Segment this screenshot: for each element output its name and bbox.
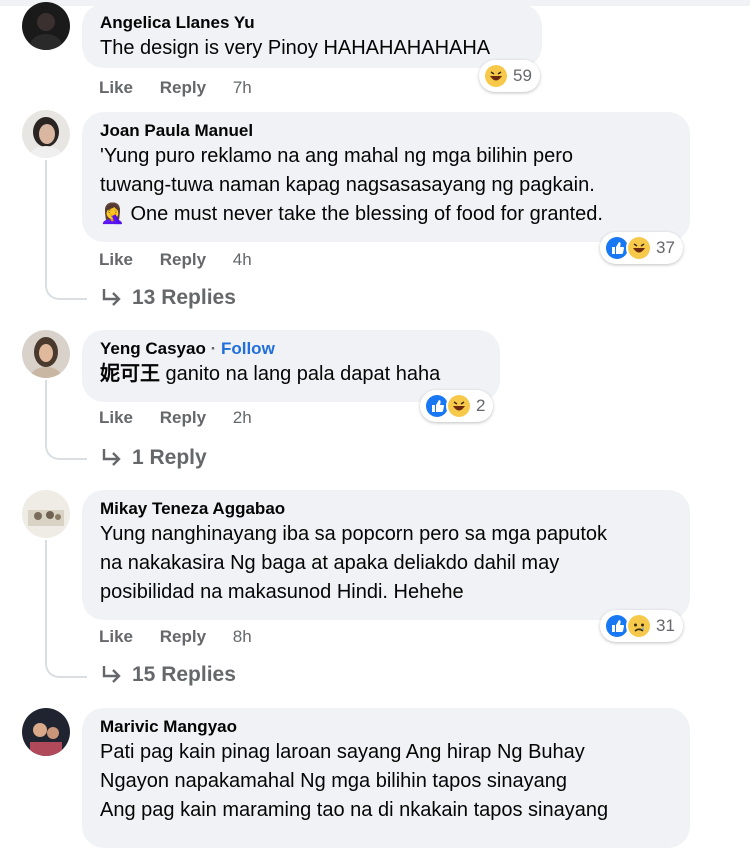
reply-arrow-icon bbox=[102, 449, 121, 466]
comment-author[interactable]: Yeng Casyao bbox=[100, 339, 206, 358]
reaction-count: 2 bbox=[476, 396, 486, 415]
comment-text-line: 妮可王 ganito na lang pala dapat haha bbox=[100, 360, 482, 389]
reaction-summary[interactable]: 31 bbox=[600, 610, 683, 642]
avatar[interactable] bbox=[22, 110, 70, 158]
haha-icon bbox=[626, 235, 652, 261]
reaction-summary[interactable]: 37 bbox=[600, 232, 683, 264]
comment-author[interactable]: Mikay Teneza Aggabao bbox=[100, 498, 672, 520]
comment-bubble: Marivic Mangyao Pati pag kain pinag laro… bbox=[82, 708, 690, 848]
haha-icon bbox=[446, 393, 472, 419]
thread-line bbox=[45, 540, 47, 655]
comment-author[interactable]: Angelica Llanes Yu bbox=[100, 12, 524, 34]
comment-text: The design is very Pinoy HAHAHAHAHAHA bbox=[100, 37, 491, 59]
comment-bubble: Joan Paula Manuel 'Yung puro reklamo na … bbox=[82, 112, 690, 242]
comment-text-line: 🤦‍♀️ One must never take the blessing of… bbox=[100, 200, 672, 229]
avatar[interactable] bbox=[22, 330, 70, 378]
timestamp[interactable]: 2h bbox=[233, 408, 252, 427]
replies-count[interactable]: 13 Replies bbox=[132, 286, 236, 310]
follow-button[interactable]: Follow bbox=[221, 339, 275, 358]
comment-author[interactable]: Marivic Mangyao bbox=[100, 716, 672, 738]
comment-text-line: Ang pag kain maraming tao na di nkakain … bbox=[100, 799, 609, 821]
comment-text-line: 'Yung puro reklamo na ang mahal ng mga b… bbox=[100, 145, 574, 167]
reply-button[interactable]: Reply bbox=[160, 250, 206, 269]
reply-arrow-icon bbox=[102, 666, 121, 683]
reply-button[interactable]: Reply bbox=[160, 408, 206, 427]
thread-line bbox=[45, 160, 47, 275]
view-replies-link[interactable]: 1 Reply bbox=[100, 446, 207, 470]
like-button[interactable]: Like bbox=[99, 78, 133, 97]
thread-elbow bbox=[45, 272, 87, 300]
comment-actions: Like Reply 8h bbox=[99, 627, 274, 647]
thread-elbow bbox=[45, 650, 87, 678]
sad-icon bbox=[626, 613, 652, 639]
avatar[interactable] bbox=[22, 490, 70, 538]
view-replies-link[interactable]: 13 Replies bbox=[100, 286, 236, 310]
comment-actions: Like Reply 7h bbox=[99, 78, 274, 98]
comment-bubble: Mikay Teneza Aggabao Yung nanghinayang i… bbox=[82, 490, 690, 620]
avatar[interactable] bbox=[22, 708, 70, 756]
reaction-count: 59 bbox=[513, 66, 532, 85]
comment-text-line: Yung nanghinayang iba sa popcorn pero sa… bbox=[100, 523, 608, 545]
facepalm-emoji: 🤦‍♀️ bbox=[100, 203, 125, 225]
comment-author-row: Yeng Casyao · Follow bbox=[100, 338, 482, 360]
reaction-summary[interactable]: 59 bbox=[479, 60, 540, 92]
comment-bubble: Angelica Llanes Yu The design is very Pi… bbox=[82, 4, 542, 68]
replies-count[interactable]: 1 Reply bbox=[132, 446, 207, 470]
comment-text-fragment: One must never take the blessing of food… bbox=[130, 203, 603, 225]
separator-dot: · bbox=[210, 339, 217, 358]
thread-elbow bbox=[45, 432, 87, 460]
thread-line bbox=[45, 380, 47, 435]
comment-text: ganito na lang pala dapat haha bbox=[160, 363, 441, 385]
timestamp[interactable]: 8h bbox=[233, 627, 252, 646]
reaction-count: 31 bbox=[656, 616, 675, 635]
reply-arrow-icon bbox=[102, 289, 121, 306]
avatar[interactable] bbox=[22, 2, 70, 50]
reaction-count: 37 bbox=[656, 238, 675, 257]
comment-author[interactable]: Joan Paula Manuel bbox=[100, 120, 672, 142]
replies-count[interactable]: 15 Replies bbox=[132, 663, 236, 687]
like-button[interactable]: Like bbox=[99, 408, 133, 427]
reply-button[interactable]: Reply bbox=[160, 627, 206, 646]
haha-icon bbox=[483, 63, 509, 89]
comment-text-line: na nakakasira Ng baga at apaka deliakdo … bbox=[100, 552, 560, 574]
like-button[interactable]: Like bbox=[99, 250, 133, 269]
timestamp[interactable]: 7h bbox=[233, 78, 252, 97]
view-replies-link[interactable]: 15 Replies bbox=[100, 663, 236, 687]
comment-actions: Like Reply 2h bbox=[99, 408, 274, 428]
comment-text-line: Ngayon napakamahal Ng mga bilihin tapos … bbox=[100, 770, 567, 792]
comment-actions: Like Reply 4h bbox=[99, 250, 274, 270]
like-button[interactable]: Like bbox=[99, 627, 133, 646]
comment-text-line: tuwang-tuwa naman kapag nagsasasayang ng… bbox=[100, 174, 595, 196]
comment-text-line: posibilidad na makasunod Hindi. Hehehe bbox=[100, 581, 464, 603]
comment-text-prefix: 妮可王 bbox=[100, 363, 160, 385]
reaction-summary[interactable]: 2 bbox=[420, 390, 494, 422]
comment-text-line: Pati pag kain pinag laroan sayang Ang hi… bbox=[100, 741, 585, 763]
timestamp[interactable]: 4h bbox=[233, 250, 252, 269]
reply-button[interactable]: Reply bbox=[160, 78, 206, 97]
